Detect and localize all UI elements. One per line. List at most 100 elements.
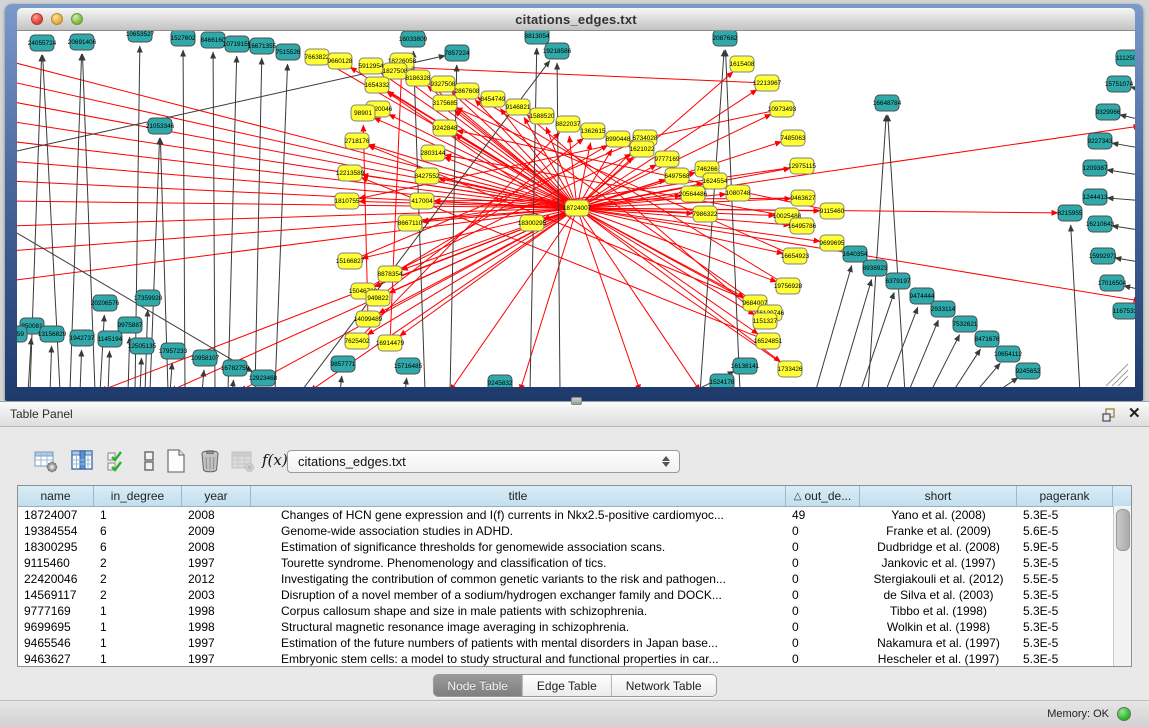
graph-node[interactable]: 9245652	[1016, 363, 1041, 379]
column-header-short[interactable]: short	[860, 486, 1017, 506]
new-table-icon[interactable]	[163, 448, 189, 474]
column-header-pagerank[interactable]: pagerank	[1017, 486, 1113, 506]
graph-node[interactable]: 8427552	[415, 168, 440, 184]
graph-node[interactable]: 7663822	[305, 49, 330, 65]
graph-node[interactable]: 12923468	[249, 370, 278, 386]
graph-node[interactable]: 9857771	[331, 356, 356, 372]
table-options-icon[interactable]	[33, 448, 59, 474]
table-row[interactable]: 977716911998Corpus callosum shape and si…	[18, 603, 1131, 619]
graph-node[interactable]: 15716485	[394, 358, 423, 374]
graph-edge[interactable]	[100, 315, 104, 387]
graph-node[interactable]: 9115460	[820, 203, 845, 219]
graph-edge[interactable]	[17, 61, 577, 208]
graph-node[interactable]: 10958107	[191, 350, 220, 366]
graph-edge[interactable]	[1071, 225, 1080, 387]
graph-node[interactable]: 2933114	[931, 301, 956, 317]
graph-node[interactable]: 2867608	[455, 83, 480, 99]
graph-node[interactable]: 1640354	[843, 246, 868, 262]
graph-node[interactable]: 1524178	[710, 374, 735, 387]
graph-node[interactable]: 19756928	[774, 278, 803, 294]
table-row[interactable]: 911546021997Tourette syndrome. Phenomeno…	[18, 555, 1131, 571]
graph-node[interactable]: 9245832	[488, 375, 513, 387]
float-panel-icon[interactable]	[1101, 407, 1117, 423]
graph-node[interactable]: 20564486	[679, 186, 708, 202]
graph-node[interactable]: 20691406	[68, 34, 97, 50]
graph-node[interactable]: 17359928	[134, 290, 163, 306]
graph-node[interactable]: 13156829	[38, 326, 67, 342]
graph-node[interactable]: 12213589	[336, 165, 365, 181]
scrollbar-thumb[interactable]	[1116, 509, 1130, 551]
graph-node[interactable]: 16671355	[248, 38, 277, 54]
graph-edge[interactable]	[108, 351, 110, 387]
graph-node[interactable]: 39159	[17, 326, 27, 342]
graph-edge[interactable]	[340, 376, 342, 387]
graph-edge[interactable]	[170, 363, 172, 387]
graph-edge[interactable]	[995, 378, 1018, 387]
graph-node[interactable]: 1942737	[70, 330, 95, 346]
graph-node[interactable]: 12975115	[788, 158, 816, 174]
graph-node[interactable]: 5912954	[359, 58, 384, 74]
graph-edge[interactable]	[1107, 170, 1135, 176]
graph-edge[interactable]	[975, 363, 1000, 387]
graph-edge[interactable]	[140, 358, 141, 387]
tab-node-table[interactable]: Node Table	[433, 675, 522, 696]
graph-node[interactable]: 1527602	[171, 31, 196, 46]
graph-node[interactable]: 9699695	[820, 235, 845, 251]
graph-node[interactable]: 9242848	[433, 120, 458, 136]
column-header-out-de-[interactable]: △out_de...	[786, 486, 860, 506]
graph-node[interactable]: 7515526	[276, 44, 301, 60]
graph-node[interactable]: 1733426	[778, 361, 803, 377]
graph-node[interactable]: 12213967	[753, 75, 782, 91]
graph-node[interactable]: 1209387	[1083, 160, 1108, 176]
graph-node[interactable]: 9329966	[1096, 104, 1121, 120]
graph-node[interactable]: 1654332	[365, 77, 390, 93]
graph-node[interactable]: 16782759	[221, 360, 250, 376]
graph-edge[interactable]	[952, 349, 980, 387]
graph-node[interactable]: 8667110	[398, 215, 423, 231]
table-row[interactable]: 1872400712008Changes of HCN gene express…	[18, 507, 1131, 523]
graph-node[interactable]: 9975887	[118, 317, 143, 333]
graph-node[interactable]: 16648784	[873, 95, 902, 111]
graph-node[interactable]: 9327508	[431, 76, 456, 92]
graph-node[interactable]: 16033809	[399, 31, 428, 47]
graph-node[interactable]: 17016504	[1098, 275, 1127, 291]
graph-node[interactable]: 24055724	[28, 35, 57, 51]
graph-node[interactable]: 2718176	[345, 133, 370, 149]
graph-edge[interactable]	[557, 63, 560, 387]
graph-node[interactable]: 1145194	[98, 331, 123, 347]
graph-edge[interactable]	[183, 50, 185, 387]
graph-node[interactable]: 7532621	[953, 316, 978, 332]
graph-edge[interactable]	[860, 292, 894, 387]
graph-node[interactable]: 1244413	[1083, 189, 1108, 205]
graph-node[interactable]: 7857224	[445, 45, 470, 61]
graph-node[interactable]: 1112504	[1116, 50, 1135, 66]
network-canvas[interactable]: 1872400776638229660128591295418226058182…	[17, 31, 1135, 387]
graph-node[interactable]: 1151327	[753, 313, 778, 329]
graph-edge[interactable]	[405, 378, 407, 387]
column-header-name[interactable]: name	[18, 486, 94, 506]
tab-network-table[interactable]: Network Table	[611, 675, 716, 696]
graph-node[interactable]: 15751074	[1105, 76, 1134, 92]
column-header-year[interactable]: year	[182, 486, 251, 506]
table-row[interactable]: 2242004622012Investigating the contribut…	[18, 571, 1131, 587]
graph-node[interactable]: 10973493	[768, 101, 797, 117]
graph-node[interactable]: 15992971	[1089, 248, 1118, 264]
graph-edge[interactable]	[577, 208, 758, 334]
graph-edge[interactable]	[50, 346, 52, 387]
graph-edge[interactable]	[868, 115, 886, 387]
graph-node[interactable]: 9146821	[506, 99, 531, 115]
function-builder-icon[interactable]: f(x)	[262, 451, 288, 477]
graph-edge[interactable]	[1112, 143, 1135, 149]
graph-node[interactable]: 1080748	[726, 185, 751, 201]
table-row[interactable]: 946362711997Embryonic stem cells: a mode…	[18, 651, 1131, 667]
delete-rows-icon[interactable]	[197, 448, 223, 474]
close-panel-icon[interactable]: ✕	[1128, 404, 1141, 422]
graph-node[interactable]: 8990448	[606, 131, 631, 147]
graph-node[interactable]: 2087682	[713, 31, 738, 46]
graph-node[interactable]: 7986322	[693, 206, 718, 222]
graph-node[interactable]: 1810755	[335, 193, 360, 209]
graph-node[interactable]: 16138141	[731, 358, 760, 374]
graph-edge[interactable]	[815, 266, 852, 387]
graph-node[interactable]: 14099489	[354, 311, 383, 327]
table-row[interactable]: 1456911722003Disruption of a novel membe…	[18, 587, 1131, 603]
